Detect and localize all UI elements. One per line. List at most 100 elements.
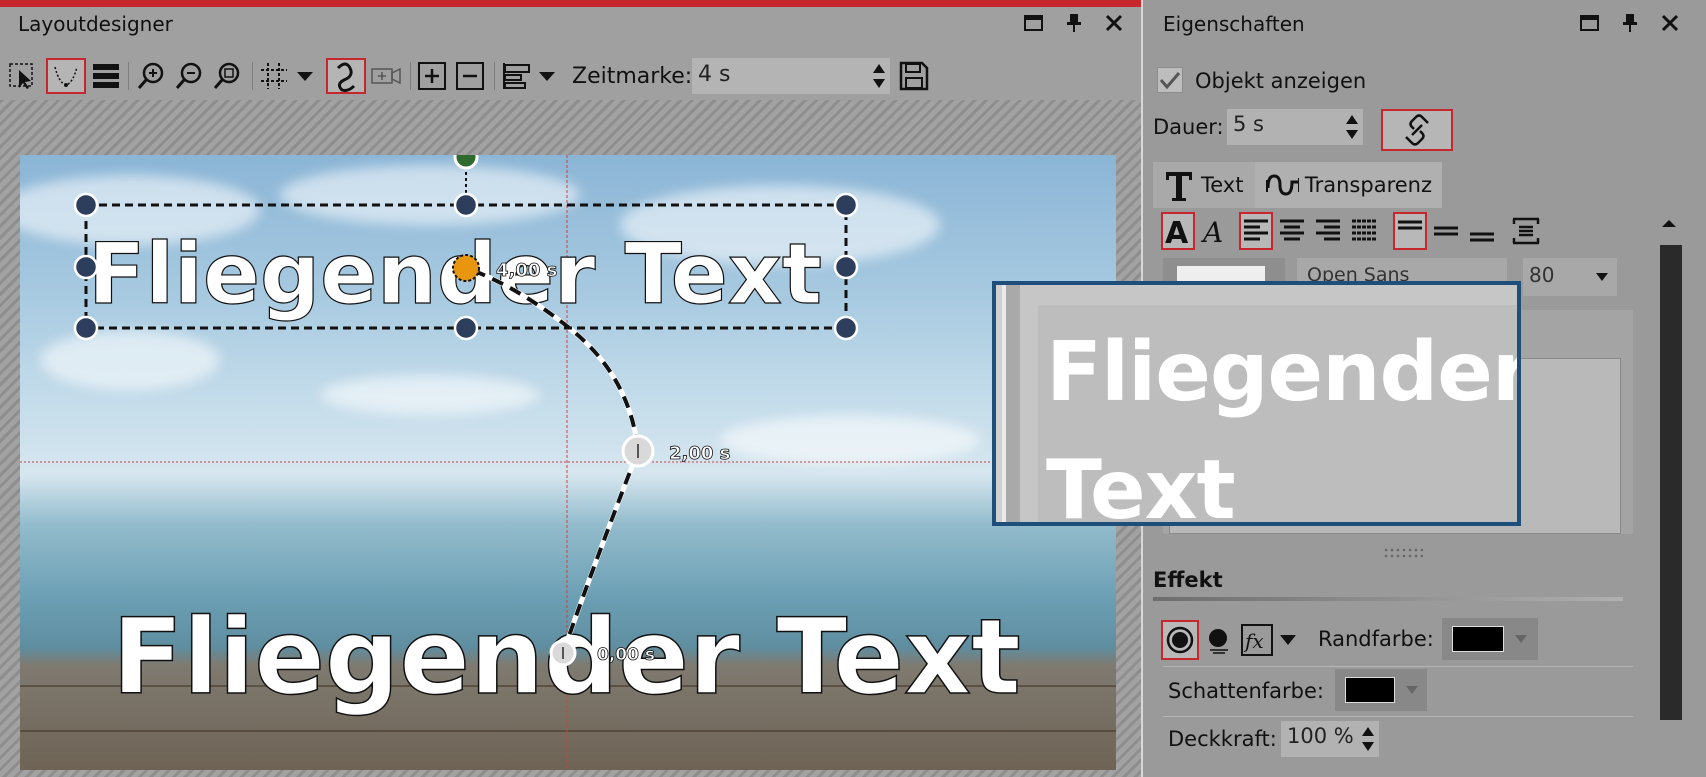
valign-bottom-button[interactable]: [1465, 212, 1499, 250]
panel-title: Layoutdesigner: [18, 12, 173, 36]
row-divider: [1163, 716, 1633, 717]
outline-text-button[interactable]: A: [1161, 212, 1195, 250]
align-center-button[interactable]: [1275, 212, 1309, 250]
remove-keyframe-icon[interactable]: [452, 58, 488, 94]
close-icon[interactable]: [1104, 12, 1124, 34]
dauer-input[interactable]: 5 s: [1227, 109, 1363, 145]
fx-dropdown-chevron-down-icon[interactable]: [1277, 620, 1299, 660]
schattenfarbe-label: Schattenfarbe:: [1168, 679, 1324, 703]
shadow-effect-button[interactable]: [1201, 620, 1237, 660]
save-icon[interactable]: [896, 58, 932, 94]
keyframe-end[interactable]: [452, 254, 480, 282]
resize-handle-bottom-left[interactable]: [73, 315, 99, 341]
resize-handle-top[interactable]: [453, 192, 479, 218]
effekt-heading: Effekt: [1153, 568, 1223, 592]
grid-dropdown-chevron-down-icon[interactable]: [294, 58, 316, 94]
justify-button[interactable]: [1347, 212, 1381, 250]
chain-link-icon: [1405, 114, 1429, 146]
layers-icon[interactable]: [88, 58, 124, 94]
scrollbar-thumb[interactable]: [1660, 245, 1682, 720]
schattenfarbe-swatch: [1345, 677, 1395, 703]
randfarbe-label: Randfarbe:: [1318, 627, 1434, 651]
grid-icon[interactable]: [256, 58, 292, 94]
camera-keyframe-icon[interactable]: [368, 58, 404, 94]
svg-text:fx: fx: [1243, 629, 1264, 653]
align-right-button[interactable]: [1311, 212, 1345, 250]
deckkraft-value: 100 %: [1287, 724, 1354, 748]
toolbar-separator: [410, 62, 411, 90]
zeitmarke-input[interactable]: 4 s: [692, 58, 890, 94]
panel-title: Eigenschaften: [1163, 12, 1305, 36]
close-icon[interactable]: [1660, 12, 1680, 34]
select-tool-button[interactable]: [4, 58, 40, 94]
tooltip-text-line1: Fliegender: [1046, 325, 1521, 420]
align-dropdown-chevron-down-icon[interactable]: [536, 58, 558, 94]
stage-canvas[interactable]: Fliegender Text Fliegender Text 0,00 s 2…: [20, 155, 1116, 770]
tooltip-stripe: [996, 285, 1020, 522]
outline-a-icon: A: [1165, 216, 1189, 246]
justify-icon: [1352, 219, 1376, 241]
objekt-anzeigen-checkbox[interactable]: [1157, 67, 1183, 93]
svg-text:A: A: [1165, 216, 1189, 246]
row-divider: [1163, 666, 1633, 667]
align-left-button[interactable]: [1239, 212, 1273, 250]
fx-effect-button[interactable]: fx: [1239, 620, 1275, 660]
deckkraft-input[interactable]: 100 %: [1281, 721, 1379, 757]
align-icon[interactable]: [498, 58, 534, 94]
section-divider: [1153, 597, 1623, 601]
align-right-icon: [1316, 219, 1340, 241]
pin-icon[interactable]: [1064, 12, 1084, 34]
align-center-icon: [1280, 219, 1304, 241]
checkmark-icon: [1159, 72, 1181, 90]
tab-text-label: Text: [1201, 173, 1244, 197]
pin-icon[interactable]: [1620, 12, 1640, 34]
resize-handle-top-left[interactable]: [73, 192, 99, 218]
window-controls: [1024, 12, 1124, 34]
add-keyframe-icon[interactable]: [414, 58, 450, 94]
spinner-arrows-icon[interactable]: [1345, 111, 1359, 143]
spinner-arrows-icon[interactable]: [1361, 723, 1375, 755]
font-size-value: 80: [1529, 263, 1555, 287]
tab-text[interactable]: Text: [1153, 162, 1260, 208]
spinner-arrows-icon[interactable]: [872, 60, 886, 92]
fit-text-icon: [1512, 217, 1540, 245]
valign-top-icon: [1398, 220, 1422, 230]
fx-icon: fx: [1241, 624, 1273, 656]
chevron-down-icon: [1596, 273, 1608, 281]
fit-text-button[interactable]: [1509, 212, 1543, 250]
link-duration-button[interactable]: [1381, 109, 1453, 151]
italic-a-icon: A: [1200, 216, 1223, 246]
scroll-up-icon[interactable]: [1656, 215, 1682, 233]
transparency-wave-icon: [1266, 174, 1299, 196]
zoom-in-icon[interactable]: [134, 58, 170, 94]
curve-path-button[interactable]: [326, 58, 366, 94]
resize-handle-right[interactable]: [833, 254, 859, 280]
active-panel-indicator: [0, 0, 1141, 7]
shadow-circle-icon: [1209, 629, 1228, 654]
italic-button[interactable]: A: [1197, 212, 1231, 250]
valign-middle-button[interactable]: [1429, 212, 1463, 250]
zoom-out-icon[interactable]: [172, 58, 208, 94]
font-size-select[interactable]: 80: [1523, 258, 1617, 296]
zoom-fit-icon[interactable]: [210, 58, 246, 94]
tab-transparenz[interactable]: Transparenz: [1255, 162, 1442, 208]
text-t-icon: [1166, 172, 1192, 201]
resize-handle-bottom-right[interactable]: [833, 315, 859, 341]
layout-toolbar: Zeitmarke: 4 s: [0, 54, 1141, 100]
resize-handle-bottom[interactable]: [453, 315, 479, 341]
maximize-icon[interactable]: [1580, 12, 1600, 34]
motion-path-tool-button[interactable]: [46, 58, 86, 94]
rotate-handle[interactable]: [453, 155, 479, 170]
resize-handle-left[interactable]: [73, 254, 99, 280]
resize-handle-top-right[interactable]: [833, 192, 859, 218]
outline-effect-button[interactable]: [1161, 620, 1199, 660]
dauer-label: Dauer:: [1153, 115, 1224, 139]
keyframe-start-label: 0,00 s: [597, 645, 655, 665]
toolbar-separator: [252, 62, 253, 90]
randfarbe-picker[interactable]: [1442, 618, 1538, 660]
valign-top-button[interactable]: [1393, 212, 1427, 250]
svg-text:A: A: [1200, 216, 1223, 246]
resize-grip-icon[interactable]: [1383, 547, 1423, 559]
schattenfarbe-picker[interactable]: [1335, 669, 1427, 711]
maximize-icon[interactable]: [1024, 12, 1044, 34]
